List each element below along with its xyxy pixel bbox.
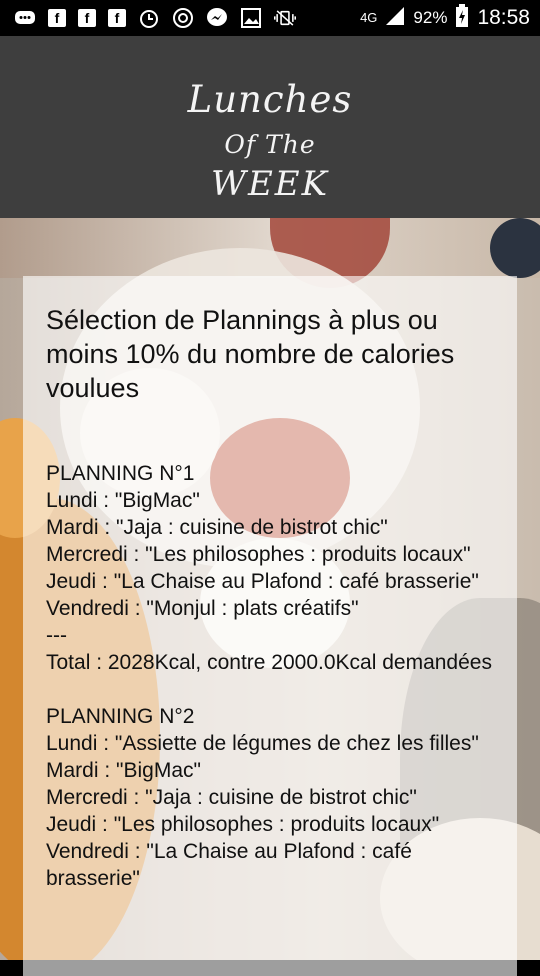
alarm-icon bbox=[138, 7, 160, 29]
facebook-icon: f bbox=[48, 9, 66, 27]
image-icon bbox=[240, 7, 262, 29]
planning-list: PLANNING N°1 Lundi : "BigMac" Mardi : "J… bbox=[46, 460, 506, 892]
planning-day: Vendredi : "Monjul : plats créatifs" bbox=[46, 597, 359, 620]
vibrate-icon bbox=[274, 7, 296, 29]
planning-total: Total : 2028Kcal, contre 2000.0Kcal dema… bbox=[46, 651, 492, 674]
planning-day: Mardi : "BigMac" bbox=[46, 759, 201, 782]
network-type: 4G bbox=[360, 10, 378, 25]
logo-line-3: WEEK bbox=[211, 164, 329, 204]
messenger-icon bbox=[206, 7, 228, 29]
facebook-icon: f bbox=[78, 9, 96, 27]
signal-icon bbox=[385, 6, 405, 31]
planning-card: Sélection de Plannings à plus ou moins 1… bbox=[23, 276, 517, 976]
planning-title: PLANNING N°2 bbox=[46, 705, 195, 728]
page-title: Sélection de Plannings à plus ou moins 1… bbox=[46, 305, 455, 403]
clock: 18:58 bbox=[477, 6, 530, 29]
logo-line-1: Lunches bbox=[187, 78, 353, 121]
app-header: Lunches Of The WEEK bbox=[0, 36, 540, 218]
sync-icon bbox=[172, 7, 194, 29]
planning-day: Jeudi : "La Chaise au Plafond : café bra… bbox=[46, 570, 479, 593]
planning-day: Jeudi : "Les philosophes : produits loca… bbox=[46, 813, 440, 836]
facebook-icon: f bbox=[108, 9, 126, 27]
planning-day: Lundi : "BigMac" bbox=[46, 489, 200, 512]
planning-day: Vendredi : "La Chaise au Plafond : café … bbox=[46, 840, 412, 890]
status-bar: f f f 4G 92% 18:58 bbox=[0, 0, 540, 36]
planning-day: Mercredi : "Jaja : cuisine de bistrot ch… bbox=[46, 786, 417, 809]
message-icon bbox=[14, 7, 36, 29]
planning-separator: --- bbox=[46, 624, 67, 647]
planning-title: PLANNING N°1 bbox=[46, 462, 195, 485]
battery-icon bbox=[455, 3, 469, 33]
planning-day: Lundi : "Assiette de légumes de chez les… bbox=[46, 732, 479, 755]
planning-day: Mercredi : "Les philosophes : produits l… bbox=[46, 543, 471, 566]
battery-percent: 92% bbox=[413, 8, 448, 27]
logo-line-2: Of The bbox=[224, 130, 316, 159]
planning-day: Mardi : "Jaja : cuisine de bistrot chic" bbox=[46, 516, 388, 539]
